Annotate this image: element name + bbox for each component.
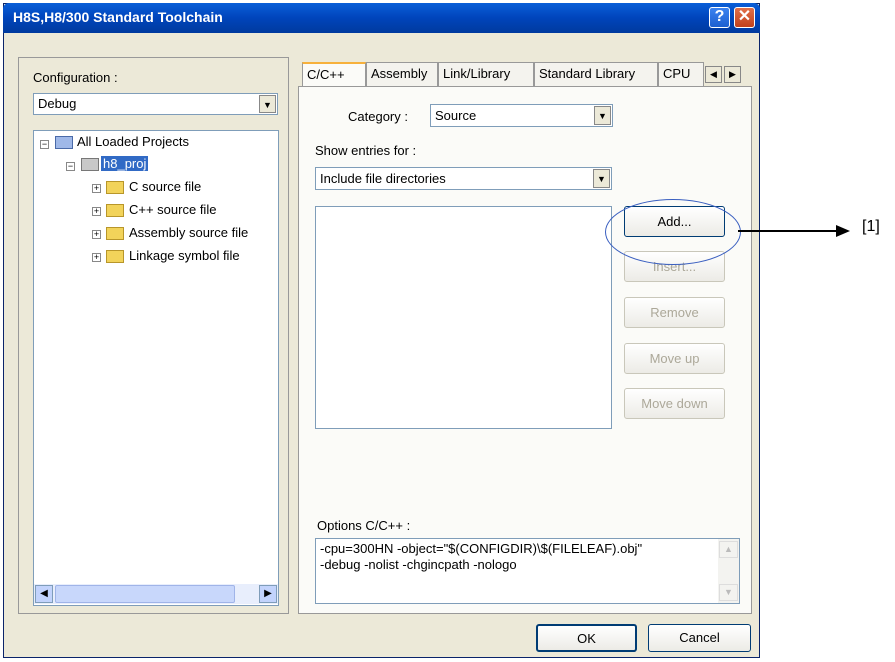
configuration-select[interactable]: Debug ▼ [33, 93, 278, 115]
folder-icon [106, 250, 124, 263]
category-label: Category : [348, 109, 408, 124]
tree-item[interactable]: Linkage symbol file [129, 248, 240, 263]
options-label: Options C/C++ : [317, 518, 411, 533]
project-icon [81, 158, 99, 171]
configuration-value: Debug [38, 96, 77, 111]
chevron-down-icon[interactable]: ▼ [259, 95, 276, 113]
window-title: H8S,H8/300 Standard Toolchain [13, 9, 223, 25]
scroll-down-icon[interactable]: ▼ [719, 584, 738, 601]
tab-scroll-right-icon[interactable]: ▶ [724, 66, 741, 83]
options-scrollbar[interactable]: ▲ ▼ [718, 539, 739, 603]
show-entries-value: Include file directories [320, 171, 446, 186]
show-entries-select[interactable]: Include file directories ▼ [315, 167, 612, 190]
tree-item[interactable]: Assembly source file [129, 225, 248, 240]
tree-project[interactable]: h8_proj [101, 156, 149, 171]
annotation-label: [1] [862, 218, 880, 235]
scroll-left-icon[interactable]: ◀ [35, 585, 53, 603]
expand-icon[interactable]: + [92, 184, 101, 193]
remove-button[interactable]: Remove [624, 297, 725, 328]
category-value: Source [435, 108, 477, 123]
help-button[interactable]: ? [709, 7, 730, 28]
options-line: -debug -nolist -chgincpath -nologo [320, 557, 517, 572]
scroll-right-icon[interactable]: ▶ [259, 585, 277, 603]
move-down-button[interactable]: Move down [624, 388, 725, 419]
show-entries-label: Show entries for : [315, 143, 417, 158]
cancel-button[interactable]: Cancel [648, 624, 751, 652]
chevron-down-icon[interactable]: ▼ [594, 106, 611, 125]
directory-list[interactable] [315, 206, 612, 429]
expand-icon[interactable]: + [92, 207, 101, 216]
tab-scroll-left-icon[interactable]: ◀ [705, 66, 722, 83]
chevron-down-icon[interactable]: ▼ [593, 169, 610, 188]
tree-item[interactable]: C source file [129, 179, 201, 194]
tree-item[interactable]: C++ source file [129, 202, 216, 217]
configuration-label: Configuration : [33, 70, 118, 85]
folder-icon [106, 204, 124, 217]
move-up-button[interactable]: Move up [624, 343, 725, 374]
scroll-thumb[interactable] [55, 585, 235, 603]
tab-standard-library[interactable]: Standard Library [534, 62, 658, 86]
tab-c-cpp[interactable]: C/C++ [302, 62, 366, 86]
collapse-icon[interactable]: − [66, 162, 75, 171]
collapse-icon[interactable]: − [40, 140, 49, 149]
pointer-arrow [738, 225, 850, 237]
workspace-icon [55, 136, 73, 149]
options-textarea[interactable]: -cpu=300HN -object="$(CONFIGDIR)\$(FILEL… [315, 538, 740, 604]
tree-root[interactable]: All Loaded Projects [77, 134, 189, 149]
category-select[interactable]: Source ▼ [430, 104, 613, 127]
horizontal-scrollbar[interactable]: ◀ ▶ [34, 584, 278, 604]
highlight-oval [605, 199, 741, 265]
options-line: -cpu=300HN -object="$(CONFIGDIR)\$(FILEL… [320, 541, 643, 556]
expand-icon[interactable]: + [92, 230, 101, 239]
ok-button[interactable]: OK [536, 624, 637, 652]
expand-icon[interactable]: + [92, 253, 101, 262]
tab-cpu[interactable]: CPU [658, 62, 704, 86]
tab-link-library[interactable]: Link/Library [438, 62, 534, 86]
close-button[interactable]: ✕ [734, 7, 755, 28]
tab-assembly[interactable]: Assembly [366, 62, 438, 86]
folder-icon [106, 181, 124, 194]
folder-icon [106, 227, 124, 240]
scroll-up-icon[interactable]: ▲ [719, 541, 738, 558]
